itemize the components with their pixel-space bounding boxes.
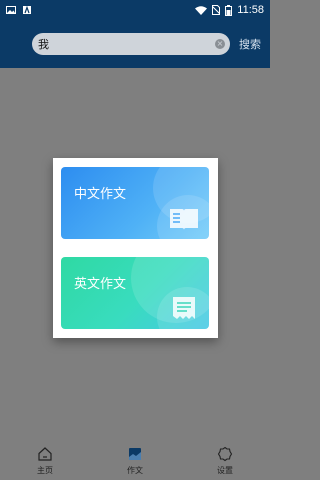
bottom-nav: 主页 作文 设置	[0, 440, 270, 480]
document-icon	[173, 297, 195, 319]
search-input[interactable]: 我 ×	[32, 33, 230, 55]
clear-search-icon[interactable]: ×	[215, 39, 225, 49]
settings-icon	[217, 446, 233, 462]
image-notification-icon	[6, 6, 16, 14]
wifi-icon	[195, 5, 208, 15]
essay-type-dialog: 中文作文 英文作文	[53, 158, 218, 338]
no-sim-icon	[212, 5, 221, 15]
search-button[interactable]: 搜索	[239, 36, 261, 52]
nav-label-essay: 作文	[127, 466, 143, 475]
header: 我 × 搜索	[0, 20, 270, 68]
nav-label-settings: 设置	[217, 466, 233, 475]
home-icon	[38, 447, 52, 461]
search-input-value: 我	[38, 38, 49, 51]
essay-icon	[129, 448, 141, 460]
nav-item-essay[interactable]: 作文	[90, 440, 180, 480]
chinese-essay-title: 中文作文	[74, 187, 127, 202]
book-icon	[170, 209, 198, 230]
english-essay-card[interactable]: 英文作文	[61, 257, 209, 329]
english-essay-title: 英文作文	[74, 277, 127, 292]
clock: 11:58	[237, 4, 264, 16]
chinese-essay-card[interactable]: 中文作文	[61, 167, 209, 239]
battery-icon	[225, 4, 233, 16]
nav-label-home: 主页	[37, 466, 53, 475]
status-bar: 11:58	[0, 0, 270, 20]
nav-item-settings[interactable]: 设置	[180, 440, 270, 480]
nav-item-home[interactable]: 主页	[0, 440, 90, 480]
app-notification-icon	[23, 6, 31, 14]
